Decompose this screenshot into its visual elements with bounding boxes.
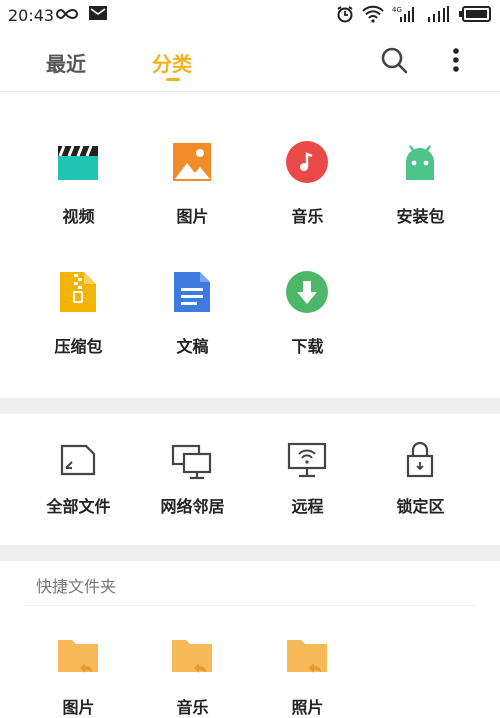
- category-label: 下载: [291, 337, 324, 356]
- quick-folders-title: 快捷文件夹: [36, 577, 117, 596]
- active-tab-indicator: [166, 78, 180, 81]
- alarm-icon: [336, 5, 354, 27]
- search-button[interactable]: [378, 44, 410, 76]
- category-image[interactable]: 图片: [130, 140, 255, 230]
- more-options-button[interactable]: [446, 44, 466, 76]
- wifi-icon: [362, 5, 384, 27]
- all-files-icon: [56, 440, 100, 484]
- category-label: 文稿: [176, 337, 209, 356]
- location-remote[interactable]: 远程: [245, 440, 370, 520]
- location-label: 网络邻居: [160, 497, 225, 516]
- category-label: 视频: [62, 207, 95, 226]
- status-time: 20:43: [8, 6, 55, 25]
- category-music[interactable]: 音乐: [245, 140, 370, 230]
- music-icon: [285, 140, 329, 184]
- quick-folder-music[interactable]: 音乐: [130, 636, 255, 717]
- message-icon: [88, 5, 108, 25]
- quick-folder-label: 音乐: [176, 698, 209, 717]
- category-zip[interactable]: 压缩包: [16, 270, 141, 360]
- category-video[interactable]: 视频: [16, 140, 141, 230]
- search-icon: [381, 47, 408, 74]
- location-label: 锁定区: [396, 497, 445, 516]
- location-label: 远程: [291, 497, 324, 516]
- location-network[interactable]: 网络邻居: [130, 440, 255, 520]
- android-icon: [398, 140, 442, 184]
- quick-folder-label: 照片: [291, 698, 324, 717]
- quick-folder-photos[interactable]: 照片: [245, 636, 370, 717]
- location-all-files[interactable]: 全部文件: [16, 440, 141, 520]
- tab-recent[interactable]: 最近: [46, 48, 86, 77]
- signal-icon: [426, 5, 450, 27]
- svg-text:4G: 4G: [392, 6, 402, 14]
- tab-category[interactable]: 分类: [152, 48, 192, 77]
- folder-shortcut-icon: [170, 636, 214, 680]
- document-icon: [170, 270, 214, 314]
- quick-folder-label: 图片: [62, 698, 95, 717]
- status-bar: 20:43 4G: [0, 0, 500, 30]
- image-icon: [170, 140, 214, 184]
- zip-icon: [56, 270, 100, 314]
- section-line: [24, 605, 476, 606]
- more-vertical-icon: [453, 48, 459, 72]
- network-neighbors-icon: [170, 440, 214, 484]
- section-divider: [0, 545, 500, 561]
- location-label: 全部文件: [46, 497, 111, 516]
- infinity-icon: [56, 6, 78, 25]
- category-apk[interactable]: 安装包: [358, 140, 483, 230]
- signal-4g-icon: 4G: [392, 5, 418, 27]
- category-download[interactable]: 下载: [245, 270, 370, 360]
- category-label: 音乐: [291, 207, 324, 226]
- download-icon: [285, 270, 329, 314]
- category-document[interactable]: 文稿: [130, 270, 255, 360]
- quick-folder-images[interactable]: 图片: [16, 636, 141, 717]
- remote-icon: [285, 440, 329, 484]
- section-divider: [0, 398, 500, 414]
- location-locked[interactable]: 锁定区: [358, 440, 483, 520]
- folder-shortcut-icon: [285, 636, 329, 680]
- category-label: 安装包: [396, 207, 445, 226]
- battery-icon: [458, 5, 492, 27]
- video-clapper-icon: [56, 140, 100, 184]
- category-label: 压缩包: [54, 337, 103, 356]
- folder-shortcut-icon: [56, 636, 100, 680]
- lock-icon: [398, 440, 442, 484]
- category-label: 图片: [176, 207, 209, 226]
